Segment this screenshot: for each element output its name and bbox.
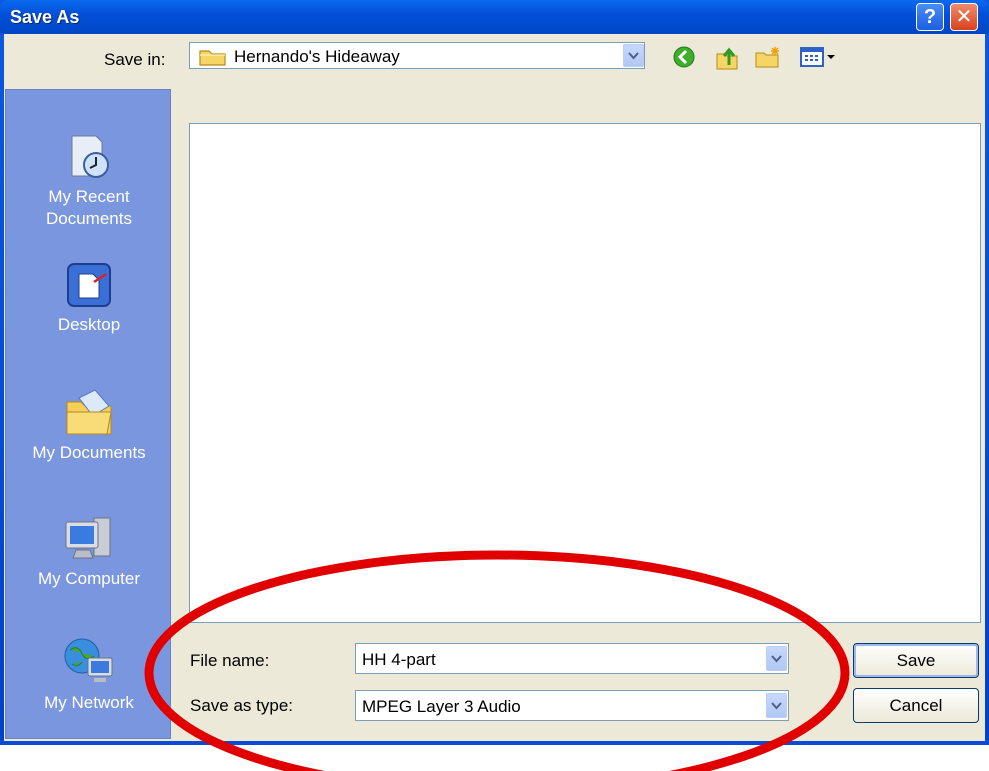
places-bar: My Recent Documents Desktop My Documents…: [5, 89, 171, 739]
cancel-button[interactable]: Cancel: [853, 688, 979, 723]
desktop-icon: [67, 263, 111, 307]
place-label: Desktop: [57, 315, 121, 334]
save-as-type-dropdown[interactable]: MPEG Layer 3 Audio: [355, 690, 789, 721]
new-folder-icon[interactable]: [754, 45, 782, 74]
recent-documents-icon: [71, 135, 109, 178]
save-as-type-value: MPEG Layer 3 Audio: [362, 697, 521, 716]
file-name-value: HH 4-part: [362, 650, 436, 669]
file-name-input[interactable]: HH 4-part: [355, 643, 789, 674]
file-name-dropdown-arrow[interactable]: [766, 646, 787, 671]
place-my-computer[interactable]: My Computer: [6, 514, 172, 590]
close-button[interactable]: ✕: [950, 3, 978, 31]
save-button[interactable]: Save: [853, 643, 979, 678]
back-icon[interactable]: [672, 45, 696, 74]
up-folder-icon[interactable]: [714, 45, 740, 76]
my-documents-icon: [66, 389, 112, 435]
save-in-dropdown[interactable]: Hernando's Hideaway: [189, 42, 645, 69]
file-list-view[interactable]: [189, 123, 981, 623]
dialog-title: Save As: [10, 7, 80, 27]
place-label: My Network: [44, 693, 134, 712]
place-label: My Recent Documents: [46, 187, 132, 228]
place-label: My Computer: [37, 569, 141, 588]
place-label: My Documents: [32, 443, 146, 462]
place-desktop[interactable]: Desktop: [6, 260, 172, 336]
file-name-label: File name:: [190, 651, 270, 670]
save-in-value: Hernando's Hideaway: [234, 47, 400, 66]
save-in-dropdown-arrow[interactable]: [623, 44, 644, 67]
save-as-type-label: Save as type:: [190, 696, 294, 715]
save-in-label: Save in:: [104, 50, 166, 69]
place-my-network[interactable]: My Network: [6, 634, 172, 714]
my-computer-icon: [65, 517, 111, 559]
folder-icon: [198, 47, 228, 72]
view-menu-icon[interactable]: [799, 45, 839, 74]
title-bar[interactable]: Save As ? ✕: [0, 0, 989, 34]
place-my-recent-documents[interactable]: My Recent Documents: [6, 132, 172, 230]
place-my-documents[interactable]: My Documents: [6, 386, 172, 464]
save-as-type-dropdown-arrow[interactable]: [766, 693, 787, 718]
my-network-icon: [64, 638, 113, 682]
help-button[interactable]: ?: [916, 3, 944, 31]
